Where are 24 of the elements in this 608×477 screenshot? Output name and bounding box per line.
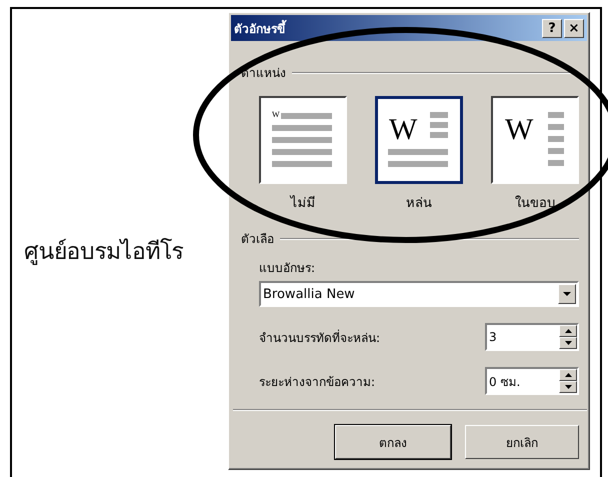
position-option[interactable]: W: [375, 96, 463, 184]
position-option[interactable]: W: [491, 96, 579, 184]
cancel-button[interactable]: ยกเลิก: [465, 425, 579, 459]
option-label: ในขอบ: [515, 194, 555, 213]
field-label: แบบอักษร:: [259, 260, 316, 277]
option-label: หล่น: [406, 195, 432, 213]
spin-up-icon[interactable]: [559, 369, 577, 381]
position-option[interactable]: W: [259, 96, 347, 184]
font-dropdown[interactable]: Browallia New: [259, 281, 579, 307]
group-label: ตัวเลือ: [241, 231, 274, 248]
option-label: ไม่มี: [290, 194, 316, 213]
caret-icon[interactable]: [558, 284, 576, 304]
field-label: จำนวนบรรทัดที่จะหล่น:: [259, 328, 380, 346]
spin-down-icon[interactable]: [559, 381, 577, 393]
help-button[interactable]: ?: [542, 18, 562, 38]
ok-button[interactable]: ตกลง: [335, 425, 451, 459]
window-title: ตัวอักษรขึ้: [234, 18, 288, 38]
document-text: ศูนย์อบรมไอทีโร: [24, 237, 183, 267]
spin-down-icon[interactable]: [559, 337, 577, 349]
spin-up-icon[interactable]: [559, 325, 577, 337]
spin-field[interactable]: 0 ซม.: [485, 367, 579, 395]
close-button[interactable]: ×: [564, 18, 584, 38]
spin-field[interactable]: 3: [485, 323, 579, 351]
field-label: ระยะห่างจากข้อความ:: [259, 374, 376, 390]
